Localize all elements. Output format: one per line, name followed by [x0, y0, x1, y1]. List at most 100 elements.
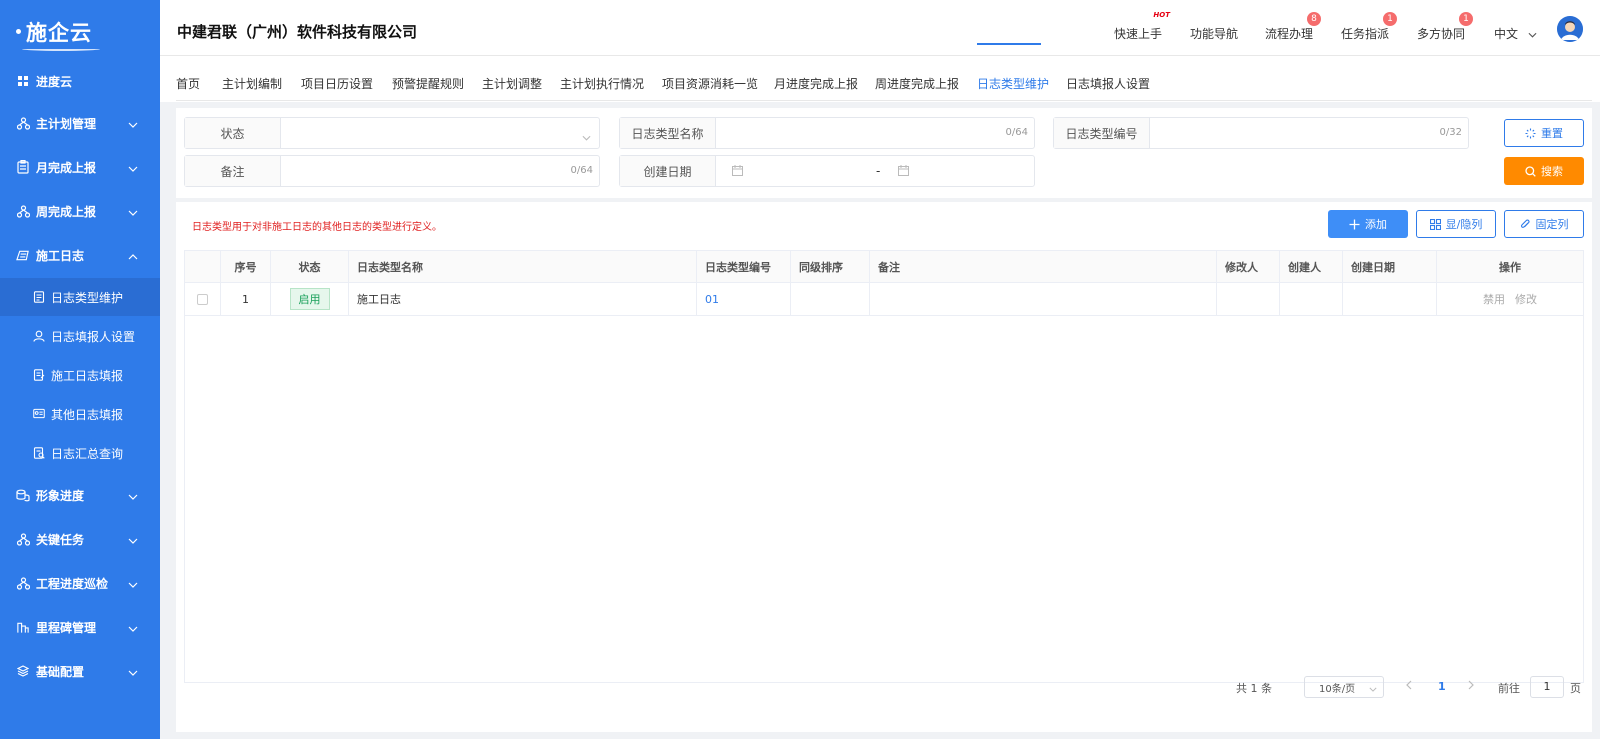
toggle-columns-button[interactable]: 显/隐列	[1416, 210, 1496, 238]
header-status: 状态	[271, 251, 349, 282]
tab-warning-rules[interactable]: 预警提醒规则	[392, 75, 464, 92]
cell-creator	[1280, 283, 1343, 315]
sidebar-subitem-log-summary[interactable]: 日志汇总查询	[0, 434, 160, 472]
create-date-label: 创建日期	[620, 156, 716, 186]
chevron-down-icon	[128, 117, 138, 131]
sidebar-item-label: 关键任务	[36, 532, 85, 547]
tab-project-calendar[interactable]: 项目日历设置	[301, 75, 373, 92]
sidebar-subitem-log-type[interactable]: 日志类型维护	[0, 278, 160, 316]
chevron-down-icon	[128, 489, 138, 503]
sidebar-item-inspection[interactable]: 工程进度巡检	[0, 563, 160, 603]
sidebar-subitem-other-log[interactable]: 其他日志填报	[0, 395, 160, 433]
sidebar-item-label: 里程碑管理	[36, 620, 97, 635]
tab-home[interactable]: 首页	[176, 75, 200, 92]
code-link[interactable]: 01	[705, 293, 719, 306]
logo[interactable]: 施企云	[0, 0, 160, 64]
sidebar-item-label: 周完成上报	[36, 204, 97, 219]
tab-monthly-progress[interactable]: 月进度完成上报	[774, 75, 858, 92]
active-tab-indicator	[977, 43, 1041, 45]
document-search-icon	[33, 447, 45, 459]
filter-panel: 状态 日志类型名称 0/64 日志类型编号 0/32 备注 0/64 创建日期 …	[176, 108, 1592, 198]
char-counter: 0/32	[1439, 127, 1462, 138]
status-select[interactable]	[281, 118, 599, 148]
tab-log-type[interactable]: 日志类型维护	[977, 75, 1049, 92]
disable-button[interactable]: 禁用	[1483, 291, 1505, 307]
sidebar-item-monthly-report[interactable]: 月完成上报	[0, 147, 160, 187]
tab-master-plan-edit[interactable]: 主计划编制	[222, 75, 282, 92]
remark-filter: 备注 0/64	[184, 155, 600, 187]
search-button[interactable]: 搜索	[1504, 157, 1584, 185]
task-assign-link[interactable]: 任务指派 1	[1341, 12, 1398, 42]
page-size-label: 10条/页	[1319, 683, 1356, 695]
sidebar-subitem-log-reporter[interactable]: 日志填报人设置	[0, 317, 160, 355]
page-number-current[interactable]: 1	[1438, 680, 1446, 693]
log-type-code-filter: 日志类型编号 0/32	[1053, 117, 1469, 149]
quick-start-link[interactable]: 快速上手 HOT	[1114, 11, 1170, 42]
sidebar-item-key-tasks[interactable]: 关键任务	[0, 519, 160, 559]
sidebar-item-progress-cloud[interactable]: 进度云	[0, 61, 160, 101]
status-label: 状态	[185, 118, 281, 148]
collab-label: 多方协同	[1417, 27, 1466, 41]
edit-button[interactable]: 修改	[1515, 291, 1537, 307]
chevron-down-icon	[1369, 684, 1377, 695]
select-all-cell	[185, 251, 221, 282]
sidebar-item-master-plan[interactable]: 主计划管理	[0, 103, 160, 143]
hierarchy-icon	[16, 576, 30, 590]
next-page-button[interactable]	[1468, 680, 1474, 693]
char-counter: 0/64	[1005, 127, 1028, 138]
tab-plan-adjust[interactable]: 主计划调整	[482, 75, 542, 92]
add-button[interactable]: 添加	[1328, 210, 1408, 238]
function-nav-label: 功能导航	[1190, 27, 1239, 41]
sidebar-item-weekly-report[interactable]: 周完成上报	[0, 191, 160, 231]
chevron-down-icon	[128, 205, 138, 219]
fix-columns-label: 固定列	[1535, 218, 1569, 231]
page-size-select[interactable]: 10条/页	[1304, 676, 1384, 698]
log-type-table: 序号 状态 日志类型名称 日志类型编号 同级排序 备注 修改人 创建人 创建日期…	[184, 250, 1584, 683]
tab-plan-execution[interactable]: 主计划执行情况	[560, 75, 644, 92]
sidebar-item-construction-log[interactable]: 施工日志	[0, 235, 160, 275]
reset-icon	[1525, 128, 1536, 139]
reset-button[interactable]: 重置	[1504, 119, 1584, 147]
log-type-name-input[interactable]: 0/64	[716, 118, 1034, 148]
language-selector[interactable]: 中文	[1494, 25, 1537, 42]
status-filter: 状态	[184, 117, 600, 149]
grid-icon	[16, 74, 30, 88]
tab-log-reporter[interactable]: 日志填报人设置	[1066, 75, 1150, 92]
header-index: 序号	[221, 251, 271, 282]
header-created: 创建日期	[1343, 251, 1437, 282]
log-type-code-input[interactable]: 0/32	[1150, 118, 1468, 148]
fix-columns-button[interactable]: 固定列	[1504, 210, 1584, 238]
chevron-down-icon	[1528, 27, 1537, 41]
cell-sort	[791, 283, 870, 315]
row-checkbox[interactable]	[197, 293, 208, 305]
page-unit-label: 页	[1570, 682, 1581, 695]
sidebar-item-milestones[interactable]: 里程碑管理	[0, 607, 160, 647]
id-card-icon	[33, 408, 45, 420]
tab-resource-consumption[interactable]: 项目资源消耗一览	[662, 75, 758, 92]
goto-page-input[interactable]: 1	[1530, 676, 1564, 698]
workflow-label: 流程办理	[1265, 27, 1314, 41]
sidebar-item-label: 工程进度巡检	[36, 576, 109, 591]
remark-input[interactable]: 0/64	[281, 156, 599, 186]
log-type-code-label: 日志类型编号	[1054, 118, 1150, 148]
user-avatar[interactable]	[1557, 16, 1583, 42]
function-nav-link[interactable]: 功能导航	[1190, 25, 1238, 42]
header-modifier: 修改人	[1217, 251, 1280, 282]
workflow-link[interactable]: 流程办理 8	[1265, 12, 1322, 42]
quick-start-label: 快速上手	[1114, 27, 1163, 41]
sidebar-item-image-progress[interactable]: 形象进度	[0, 475, 160, 515]
date-range-picker[interactable]: -	[716, 156, 1034, 186]
sidebar-item-base-config[interactable]: 基础配置	[0, 651, 160, 691]
cell-remark	[870, 283, 1217, 315]
collab-link[interactable]: 多方协同 1	[1417, 12, 1474, 42]
chevron-down-icon	[582, 130, 591, 144]
user-icon	[33, 330, 45, 342]
paperclip-icon	[1520, 219, 1531, 230]
top-header: 中建君联（广州）软件科技有限公司 快速上手 HOT 功能导航 流程办理 8 任务…	[160, 0, 1600, 56]
prev-page-button[interactable]	[1406, 680, 1412, 693]
remark-label: 备注	[185, 156, 281, 186]
sidebar-subitem-label: 日志类型维护	[51, 290, 124, 305]
tab-weekly-progress[interactable]: 周进度完成上报	[875, 75, 959, 92]
add-label: 添加	[1365, 218, 1387, 231]
sidebar-subitem-log-fill[interactable]: 施工日志填报	[0, 356, 160, 394]
